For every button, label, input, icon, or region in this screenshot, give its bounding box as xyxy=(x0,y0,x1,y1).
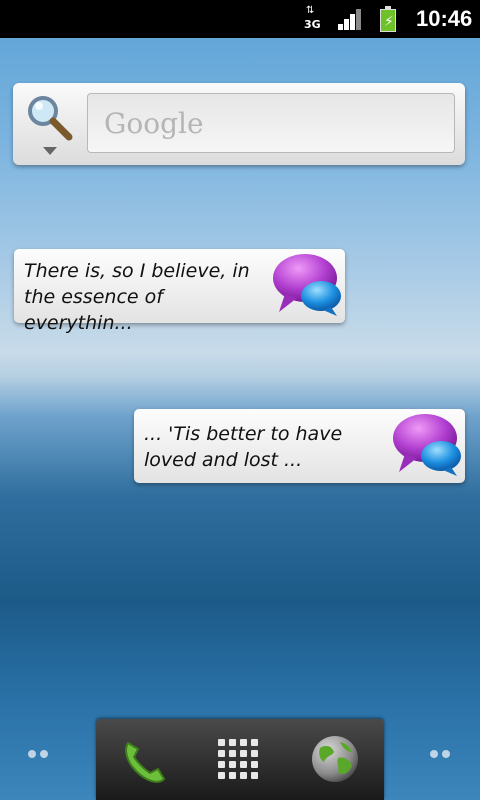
search-placeholder: Google xyxy=(104,107,204,140)
search-input[interactable]: Google xyxy=(87,93,455,153)
previous-screen-indicator[interactable] xyxy=(28,750,52,760)
search-source-chevron-icon[interactable] xyxy=(43,147,57,155)
next-screen-indicator[interactable] xyxy=(430,750,454,760)
battery-charging-icon: ⚡ xyxy=(380,6,396,32)
clock: 10:46 xyxy=(416,6,473,31)
quote-text: ... 'Tis better to have loved and lost .… xyxy=(144,423,343,471)
network-type-label: 3G xyxy=(304,18,321,31)
message-bubbles-icon xyxy=(393,414,461,476)
data-activity-icon: ⇅ xyxy=(306,5,315,16)
phone-icon[interactable] xyxy=(118,731,170,787)
dock xyxy=(96,719,384,800)
quote-widget[interactable]: ... 'Tis better to have loved and lost .… xyxy=(134,409,465,483)
message-bubbles-icon xyxy=(273,254,341,316)
status-bar: ⇅ 3G ⚡ 10:46 xyxy=(0,0,480,38)
browser-globe-icon[interactable] xyxy=(310,734,360,784)
quote-text: There is, so I believe, in the essence o… xyxy=(24,260,250,334)
quote-widget[interactable]: There is, so I believe, in the essence o… xyxy=(14,249,345,334)
network-3g-icon: ⇅ 3G xyxy=(304,6,324,32)
google-search-widget[interactable]: Google xyxy=(13,83,465,165)
app-drawer-icon[interactable] xyxy=(218,739,258,779)
signal-strength-icon xyxy=(338,8,362,30)
search-icon[interactable] xyxy=(25,93,75,143)
